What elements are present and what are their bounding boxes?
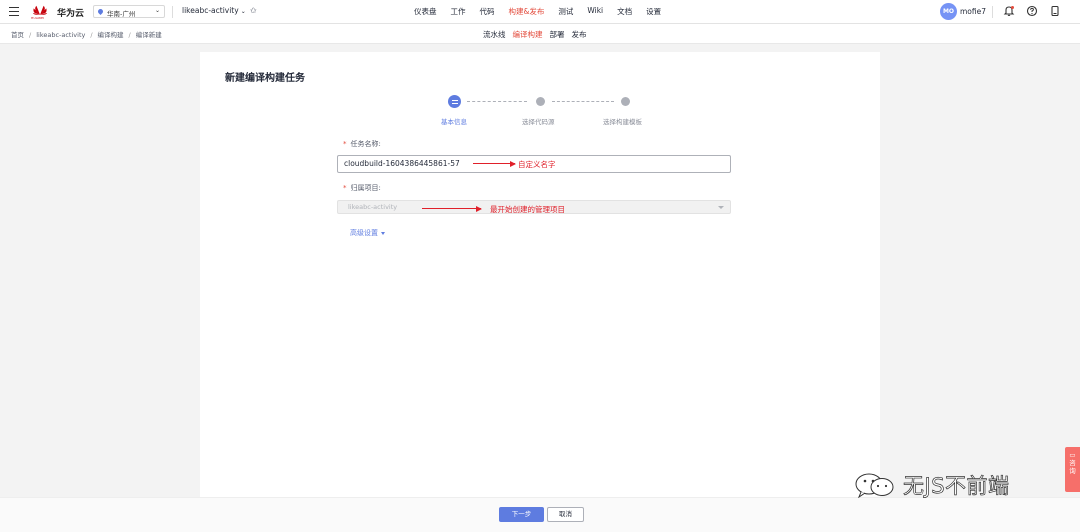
nav-dashboard[interactable]: 仪表盘 bbox=[414, 6, 437, 17]
breadcrumb: 首页 / likeabc-activity / 编译构建 / 编译新建 bbox=[11, 29, 162, 39]
project-select-value: likeabc-activity bbox=[348, 203, 398, 211]
watermark: 无JS不前端 bbox=[853, 470, 1010, 500]
brand-name[interactable]: 华为云 bbox=[57, 6, 84, 19]
region-select[interactable]: 华南-广州 ⌄ bbox=[93, 5, 165, 18]
caret-down-icon bbox=[381, 231, 385, 235]
nav-test[interactable]: 测试 bbox=[558, 6, 573, 17]
project-label: * 归属项目: bbox=[343, 183, 381, 193]
breadcrumb-project[interactable]: likeabc-activity bbox=[36, 31, 85, 39]
advanced-settings-label: 高级设置 bbox=[350, 229, 378, 237]
breadcrumb-home[interactable]: 首页 bbox=[11, 31, 24, 39]
breadcrumb-build[interactable]: 编译构建 bbox=[98, 31, 124, 39]
tab-pipeline[interactable]: 流水线 bbox=[483, 29, 506, 40]
advanced-settings-toggle[interactable]: 高级设置 bbox=[350, 228, 385, 238]
next-button[interactable]: 下一步 bbox=[499, 507, 544, 522]
annotation-project-note: 最开始创建的管理项目 bbox=[490, 205, 565, 214]
divider bbox=[992, 6, 993, 18]
divider bbox=[172, 6, 173, 18]
nav-build-release[interactable]: 构建&发布 bbox=[509, 6, 545, 17]
star-icon[interactable]: ✩ bbox=[250, 6, 257, 15]
region-label: 华南-广州 bbox=[107, 10, 136, 18]
step-3-dot bbox=[621, 97, 630, 106]
nav-code[interactable]: 代码 bbox=[480, 6, 495, 17]
watermark-text: 无JS不前端 bbox=[903, 474, 1010, 499]
nav-docs[interactable]: 文档 bbox=[617, 6, 632, 17]
nav-settings[interactable]: 设置 bbox=[646, 6, 661, 17]
step-connector bbox=[467, 101, 527, 102]
username[interactable]: mofie7 bbox=[960, 7, 986, 16]
consult-tab[interactable]: ▭ 咨 询 bbox=[1065, 447, 1080, 492]
breadcrumb-current: 编译新建 bbox=[135, 31, 162, 39]
wechat-icon bbox=[855, 473, 894, 498]
step-1-icon bbox=[448, 95, 461, 108]
step-2-dot bbox=[536, 97, 545, 106]
annotation-arrow bbox=[473, 160, 516, 167]
bell-icon[interactable] bbox=[1003, 5, 1015, 17]
tab-deploy[interactable]: 部署 bbox=[550, 29, 565, 40]
required-mark: * bbox=[343, 184, 347, 192]
project-select[interactable]: likeabc-activity ⌄ bbox=[182, 6, 246, 15]
sub-nav: 流水线 编译构建 部署 发布 bbox=[483, 29, 594, 40]
chevron-down-icon: ⌄ bbox=[240, 8, 246, 15]
top-bar: HUAWEI 华为云 华南-广州 ⌄ likeabc-activity ⌄ ✩ 仪… bbox=[0, 0, 1080, 24]
menu-icon[interactable] bbox=[9, 7, 19, 16]
task-name-label: * 任务名称: bbox=[343, 139, 381, 149]
project-label-text: 归属项目: bbox=[350, 184, 381, 192]
step-1-label: 基本信息 bbox=[441, 118, 467, 126]
chevron-down-icon: ⌄ bbox=[154, 7, 160, 14]
nav-work[interactable]: 工作 bbox=[451, 6, 466, 17]
breadcrumb-separator: / bbox=[29, 31, 32, 39]
step-3-label: 选择构建模板 bbox=[603, 118, 642, 126]
consult-char-1: 咨 bbox=[1069, 459, 1076, 467]
cancel-button[interactable]: 取消 bbox=[547, 507, 584, 522]
sub-bar: 首页 / likeabc-activity / 编译构建 / 编译新建 流水线 编译构建 部… bbox=[0, 24, 1080, 44]
tab-build[interactable]: 编译构建 bbox=[513, 29, 543, 40]
breadcrumb-separator: / bbox=[128, 31, 131, 39]
tab-release[interactable]: 发布 bbox=[572, 29, 587, 40]
annotation-arrow bbox=[422, 205, 482, 212]
main-nav: 仪表盘 工作 代码 构建&发布 测试 Wiki 文档 设置 bbox=[414, 6, 675, 17]
stepper: 基本信息 选择代码源 选择构建模板 bbox=[200, 52, 880, 132]
nav-wiki[interactable]: Wiki bbox=[587, 6, 603, 17]
project-label: likeabc-activity bbox=[182, 6, 239, 15]
mobile-icon[interactable] bbox=[1049, 5, 1061, 17]
step-2-label: 选择代码源 bbox=[522, 118, 555, 126]
required-mark: * bbox=[343, 140, 347, 148]
location-pin-icon bbox=[96, 7, 105, 16]
consult-char-2: 询 bbox=[1069, 467, 1076, 475]
logo-text: HUAWEI bbox=[31, 16, 45, 20]
task-name-label-text: 任务名称: bbox=[350, 140, 381, 148]
avatar[interactable]: MO bbox=[940, 3, 957, 20]
help-icon[interactable] bbox=[1026, 5, 1038, 17]
step-connector bbox=[552, 101, 614, 102]
breadcrumb-separator: / bbox=[90, 31, 93, 39]
annotation-name-note: 自定义名字 bbox=[518, 160, 556, 169]
form-card: 新建编译构建任务 基本信息 选择代码源 选择构建模板 * 任务名称: cloudb… bbox=[200, 52, 880, 532]
chevron-down-icon bbox=[718, 206, 724, 209]
chat-icon: ▭ bbox=[1069, 451, 1076, 459]
